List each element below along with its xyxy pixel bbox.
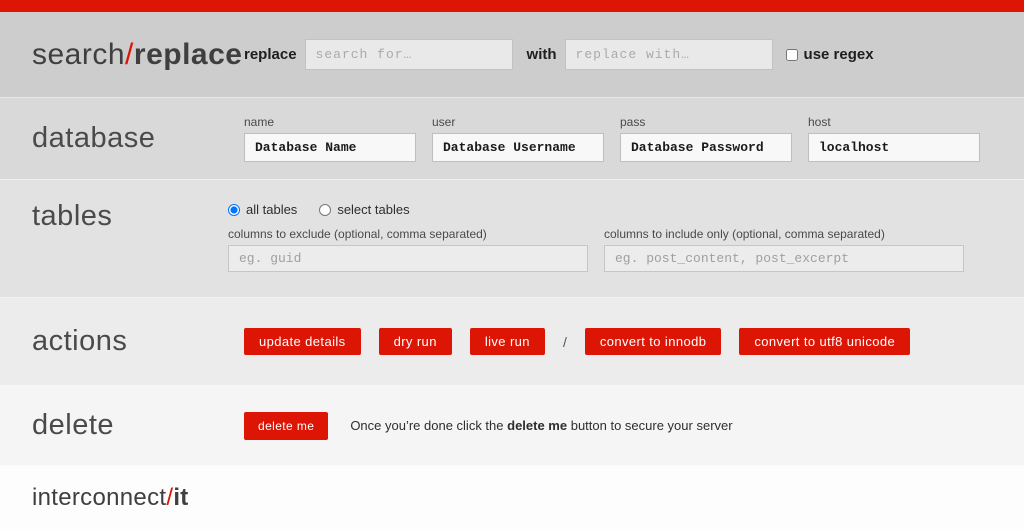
dry-run-button[interactable]: dry run: [378, 328, 452, 355]
database-heading: database: [32, 122, 156, 154]
actions-heading: actions: [32, 325, 128, 357]
db-host-label: host: [808, 115, 831, 129]
section-actions: actions update details dry run live run …: [0, 298, 1024, 386]
brand-part2: it: [173, 483, 189, 511]
convert-innodb-button[interactable]: convert to innodb: [584, 328, 722, 355]
select-tables-radio[interactable]: [319, 203, 332, 216]
include-columns-label: columns to include only (optional, comma…: [604, 227, 885, 241]
app-title-part2: replace: [133, 37, 243, 71]
app-title-part1: search: [32, 37, 126, 71]
delete-note-after: button to secure your server: [567, 418, 733, 433]
app-title: search/replace: [32, 38, 242, 72]
select-tables-label: select tables: [337, 202, 410, 217]
db-host-field: host: [808, 115, 980, 162]
convert-utf8-button[interactable]: convert to utf8 unicode: [739, 328, 911, 355]
db-name-input[interactable]: [244, 133, 416, 162]
db-pass-input[interactable]: [620, 133, 792, 162]
include-columns-group: columns to include only (optional, comma…: [604, 227, 964, 272]
db-user-field: user: [432, 115, 604, 162]
footer: interconnect/it: [0, 466, 1024, 529]
db-name-field: name: [244, 115, 416, 162]
include-columns-input[interactable]: [604, 245, 964, 272]
brand-part1: interconnect: [32, 483, 167, 511]
exclude-columns-input[interactable]: [228, 245, 588, 272]
replace-with-input[interactable]: [564, 39, 773, 70]
actions-separator: /: [562, 333, 567, 350]
tables-heading: tables: [32, 200, 113, 232]
use-regex-label: use regex: [803, 46, 874, 63]
use-regex-checkbox[interactable]: [785, 48, 798, 61]
section-search-replace: search/replace replace with use regex: [0, 12, 1024, 98]
db-name-label: name: [244, 115, 275, 129]
db-user-input[interactable]: [432, 133, 604, 162]
db-user-label: user: [432, 115, 456, 129]
section-delete: delete delete me Once you’re done click …: [0, 386, 1024, 466]
search-for-input[interactable]: [304, 39, 513, 70]
app-title-slash: /: [125, 37, 134, 71]
db-pass-field: pass: [620, 115, 792, 162]
update-details-button[interactable]: update details: [244, 328, 361, 355]
all-tables-radio[interactable]: [228, 203, 240, 216]
replace-label: replace: [244, 46, 297, 63]
interconnectit-logo: interconnect/it: [32, 484, 189, 512]
live-run-button[interactable]: live run: [469, 328, 545, 355]
delete-note-before: Once you’re done click the: [350, 418, 508, 433]
exclude-columns-label: columns to exclude (optional, comma sepa…: [228, 227, 487, 241]
with-label: with: [526, 46, 557, 63]
delete-note: Once you’re done click the delete me but…: [350, 418, 732, 433]
all-tables-label: all tables: [246, 202, 298, 217]
section-tables: tables all tables select tables columns …: [0, 180, 1024, 298]
db-pass-label: pass: [620, 115, 646, 129]
db-host-input[interactable]: [808, 133, 980, 162]
exclude-columns-group: columns to exclude (optional, comma sepa…: [228, 227, 588, 272]
delete-note-bold: delete me: [507, 418, 568, 433]
delete-me-button[interactable]: delete me: [244, 411, 329, 440]
section-database: database name user pass host: [0, 98, 1024, 180]
top-accent-bar: [0, 0, 1024, 12]
delete-heading: delete: [32, 409, 115, 441]
